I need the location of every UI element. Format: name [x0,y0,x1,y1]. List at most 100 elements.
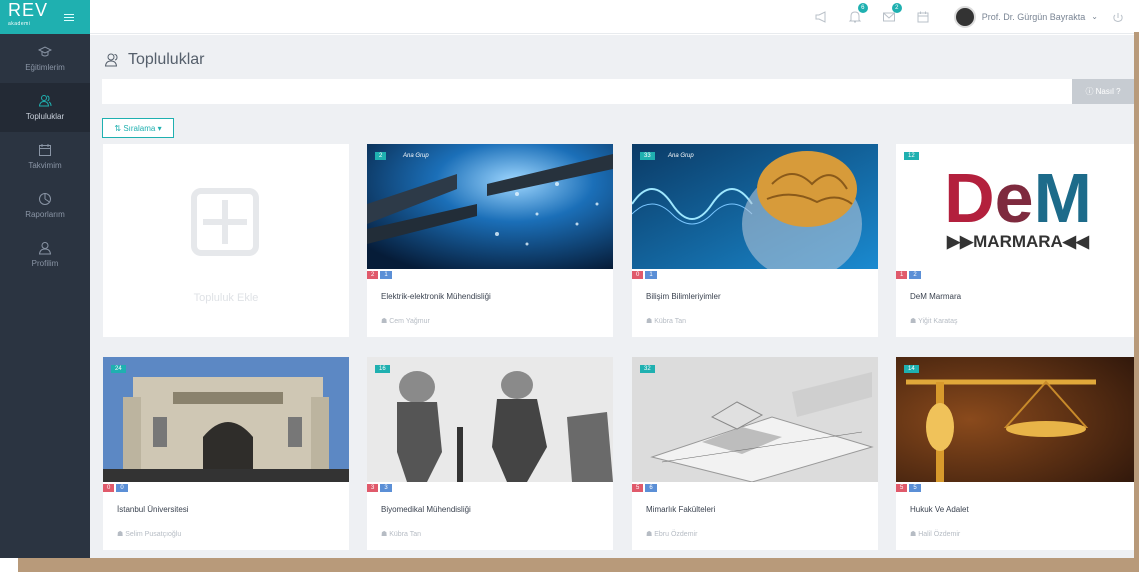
dem-logo-sub: ▶▶MARMARA◀◀ [946,232,1090,251]
sidebar-item-label: Profilim [31,259,59,268]
stat-blue: 5 [909,484,921,492]
stat-blue: 3 [380,484,392,492]
notifications-bell-icon[interactable]: 6 [848,2,868,24]
group-tag: Ana Grup [403,153,429,159]
community-title[interactable]: İstanbul Üniversitesi [117,505,189,514]
community-card[interactable]: 32 5 6 Mimarlık Fakülteleri ☗ Ebru Özdem… [632,357,878,550]
stat-blue: 6 [645,484,657,492]
stat-red: 0 [103,484,115,492]
community-image [103,357,349,482]
group-tag: Ana Grup [668,153,694,159]
member-count-badge: 12 [904,152,919,160]
community-title[interactable]: DeM Marmara [910,292,961,301]
users-icon [38,95,52,107]
community-card[interactable]: 14 5 5 Hukuk Ve Adalet ☗ Halil Özdemir [896,357,1134,550]
sidebar-item-raporlarim[interactable]: Raporlarım [0,181,90,230]
user-icon [38,242,52,255]
frame-edge-right [1134,32,1139,572]
calendar-icon[interactable] [916,10,930,24]
stat-blue: 0 [116,484,128,492]
community-owner: ☗ Halil Özdemir [910,531,961,538]
messages-icon[interactable]: 2 [882,2,902,24]
member-count-badge: 2 [375,152,387,160]
help-button[interactable]: ⓘ Nasıl ? [1072,79,1134,104]
messages-badge: 2 [891,2,902,13]
community-owner: ☗ Yiğit Karataş [910,318,958,325]
sidebar-item-label: Takvimim [28,161,62,170]
community-card[interactable]: 2 Ana Grup 2 1 Elektrik-elektronik Mühen… [367,144,613,337]
logout-icon[interactable] [1112,11,1124,23]
community-card[interactable]: 16 3 3 Biyomedikal Mühendisliği ☗ Kübra … [367,357,613,550]
chevron-down-icon: ⌄ [1091,12,1098,21]
community-owner: ☗ Ebru Özdemir [646,531,698,538]
sidebar-item-topluluklar[interactable]: Topluluklar [0,83,90,132]
page-title: Topluluklar [104,51,204,69]
graduation-cap-icon [38,46,52,57]
menu-toggle-icon[interactable] [64,12,75,23]
community-image: DeM ▶▶MARMARA◀◀ [896,144,1134,269]
calendar-icon [39,144,51,156]
community-card[interactable]: DeM ▶▶MARMARA◀◀ 12 1 2 DeM Marmara ☗ Yiğ… [896,144,1134,337]
pie-chart-icon [39,193,51,205]
stat-blue: 2 [909,271,921,279]
stat-red: 2 [367,271,379,279]
brand-logo[interactable]: REV akademi [8,1,48,31]
stat-red: 1 [896,271,908,279]
stat-red: 0 [632,271,644,279]
stat-blue: 1 [645,271,657,279]
stat-red: 3 [367,484,379,492]
community-owner: ☗ Cem Yağmur [381,318,430,325]
community-title[interactable]: Mimarlık Fakülteleri [646,505,715,514]
card-stats: 2 1 [367,271,394,279]
card-stats: 1 2 [896,271,923,279]
community-image [896,357,1134,482]
add-community-card[interactable]: Topluluk Ekle [103,144,349,337]
sidebar-item-profilim[interactable]: Profilim [0,230,90,279]
community-image [632,144,878,269]
users-icon [104,53,118,67]
main-content: Topluluklar ⓘ Nasıl ? ⇅ Sıralama ▾ Toplu… [90,35,1134,558]
member-count-badge: 32 [640,365,655,373]
community-owner: ☗ Selim Pusatçıoğlu [117,531,182,538]
search-input[interactable] [102,79,1072,104]
member-count-badge: 24 [111,365,126,373]
sort-dropdown[interactable]: ⇅ Sıralama ▾ [102,118,174,138]
stat-blue: 1 [380,271,392,279]
card-stats: 0 0 [103,484,130,492]
member-count-badge: 16 [375,365,390,373]
member-count-badge: 14 [904,365,919,373]
community-owner: ☗ Kübra Tan [381,531,422,538]
community-owner: ☗ Kübra Tan [646,318,687,325]
notifications-badge: 6 [857,2,868,13]
community-title[interactable]: Elektrik-elektronik Mühendisliği [381,292,491,301]
community-title[interactable]: Biyomedikal Mühendisliği [381,505,471,514]
user-menu[interactable]: Prof. Dr. Gürgün Bayrakta ⌄ [953,5,1098,28]
card-stats: 5 6 [632,484,659,492]
megaphone-icon[interactable] [814,10,828,24]
community-title[interactable]: Bilişim Bilimleriyimler [646,292,721,301]
avatar [953,5,976,28]
add-community-label: Topluluk Ekle [193,292,259,304]
frame-edge-bottom [18,558,1139,572]
card-stats: 5 5 [896,484,923,492]
community-card[interactable]: 33 Ana Grup 0 1 Bilişim Bilimleriyimler … [632,144,878,337]
card-stats: 0 1 [632,271,659,279]
community-image [367,144,613,269]
plus-icon [191,188,259,256]
card-stats: 3 3 [367,484,394,492]
community-card[interactable]: 24 0 0 İstanbul Üniversitesi ☗ Selim Pus… [103,357,349,550]
community-image [367,357,613,482]
sidebar-item-label: Eğitimlerim [25,63,65,72]
sidebar-item-label: Raporlarım [25,210,65,219]
member-count-badge: 33 [640,152,655,160]
dem-logo-word: DeM [944,159,1092,237]
sidebar-item-egitimlerim[interactable]: Eğitimlerim [0,34,90,83]
stat-red: 5 [632,484,644,492]
sidebar-item-takvimim[interactable]: Takvimim [0,132,90,181]
community-title[interactable]: Hukuk Ve Adalet [910,505,969,514]
top-bar: 6 2 Prof. Dr. Gürgün Bayrakta ⌄ [90,0,1134,34]
stat-red: 5 [896,484,908,492]
brand-bar: REV akademi [0,0,90,34]
sidebar-item-label: Topluluklar [25,112,65,121]
community-image [632,357,878,482]
